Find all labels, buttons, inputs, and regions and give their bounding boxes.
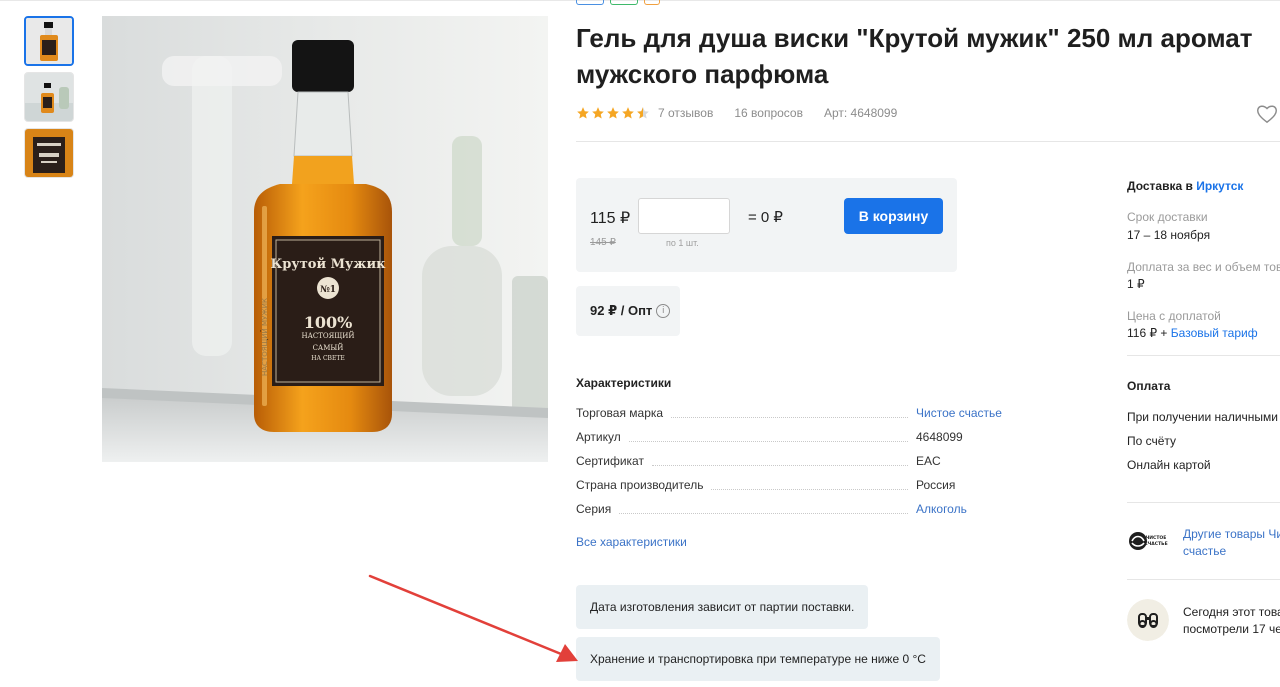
characteristic-key: Страна производитель: [576, 478, 708, 492]
other-brand-products-line1: Другие товары Чи: [1183, 527, 1280, 541]
characteristic-key: Серия: [576, 502, 616, 516]
badge-green: [610, 0, 638, 5]
binoculars-icon: [1127, 599, 1169, 641]
characteristic-value[interactable]: Алкоголь: [916, 502, 967, 516]
star-icon: [577, 107, 589, 119]
wholesale-price-text: 92 ₽ / Опт: [590, 303, 653, 318]
badge-blue: [576, 0, 604, 5]
brand-divider: [1127, 579, 1280, 580]
characteristic-value: EAC: [916, 454, 941, 468]
characteristic-leader: [671, 417, 908, 418]
characteristic-row: Артикул 4648099: [576, 430, 1096, 446]
manufacture-note-text: Дата изготовления зависит от партии пост…: [590, 600, 855, 614]
brand-logo-icon[interactable]: ЧИСТОЕ СЧАСТЬЕ: [1126, 520, 1168, 562]
thumbnail-3[interactable]: [24, 128, 74, 178]
info-icon[interactable]: i: [656, 304, 671, 318]
svg-text:СЧАСТЬЕ: СЧАСТЬЕ: [1144, 541, 1167, 547]
wholesale-price: 92 ₽ / Опт i: [576, 286, 680, 336]
characteristic-key: Торговая марка: [576, 406, 668, 420]
questions-link[interactable]: 16 вопросов: [734, 106, 803, 120]
svg-text:ЧИСТОЕ: ЧИСТОЕ: [1146, 535, 1167, 541]
payment-method-3: Онлайн картой: [1127, 458, 1211, 472]
thumbnail-2[interactable]: [24, 72, 74, 122]
reviews-link[interactable]: 7 отзывов: [658, 106, 713, 120]
delivery-city-link[interactable]: Иркутск: [1196, 179, 1243, 193]
label-na-svete-text: НА СВЕТЕ: [311, 355, 344, 362]
all-characteristics-link[interactable]: Все характеристики: [576, 535, 687, 549]
payment-method-2: По счёту: [1127, 434, 1177, 448]
characteristic-leader: [619, 513, 908, 514]
label-percent-text: 100%: [304, 313, 353, 332]
characteristic-row: Серия Алкоголь: [576, 502, 1096, 518]
product-photo: Крутой Мужик №1 100% НАСТОЯЩИЙ САМЫЙ НА …: [102, 16, 548, 462]
delivery-title: Доставка в Иркутск: [1127, 179, 1243, 193]
per-unit-label: по 1 шт.: [666, 238, 699, 248]
arrow-annotation: [368, 574, 578, 662]
tariff-link[interactable]: Базовый тариф: [1171, 326, 1258, 340]
characteristics-title: Характеристики: [576, 376, 672, 390]
views-line2: посмотрели 17 чел: [1183, 622, 1280, 636]
badge-orange: [644, 0, 660, 5]
quantity-input[interactable]: [638, 198, 730, 234]
product-main-image[interactable]: Крутой Мужик №1 100% НАСТОЯЩИЙ САМЫЙ НА …: [102, 16, 548, 462]
label-sub-text: НАСТОЯЩИЙ: [301, 331, 354, 340]
price-old: 145 ₽: [590, 237, 616, 248]
rating-row: 7 отзывов 16 вопросов Арт: 4648099: [576, 106, 918, 120]
payment-title: Оплата: [1127, 379, 1171, 393]
characteristic-value: 4648099: [916, 430, 963, 444]
star-icon: [592, 107, 604, 119]
label-number-text: №1: [320, 285, 336, 295]
manufacture-note: Дата изготовления зависит от партии пост…: [576, 585, 869, 629]
add-to-cart-button[interactable]: В корзину: [844, 198, 943, 234]
other-brand-products-link[interactable]: Другие товары Чи счастье: [1183, 526, 1280, 560]
characteristic-leader: [652, 465, 908, 466]
label-brand-text: Крутой Мужик: [270, 257, 386, 272]
storage-note: Хранение и транспортировка при температу…: [576, 637, 940, 681]
payment-divider: [1127, 502, 1280, 503]
sum-total: = 0 ₽: [748, 209, 783, 226]
title-divider: [576, 141, 1280, 142]
label-samy-text: САМЫЙ: [313, 343, 344, 352]
bottle-thumb-icon: [26, 18, 72, 64]
characteristic-leader: [711, 489, 908, 490]
price-box: 115 ₽ 145 ₽ по 1 шт. = 0 ₽ В корзину: [576, 178, 957, 272]
price-with-surcharge-value: 116 ₽ + Базовый тариф: [1127, 326, 1258, 340]
characteristic-row: Сертификат EAC: [576, 454, 1096, 470]
characteristic-value: Россия: [916, 478, 956, 492]
thumbnail-1[interactable]: [24, 16, 74, 66]
characteristic-key: Сертификат: [576, 454, 648, 468]
other-brand-products-line2: счастье: [1183, 544, 1227, 558]
delivery-term-label: Срок доставки: [1127, 210, 1208, 224]
payment-method-1: При получении наличными: [1127, 410, 1279, 424]
views-counter: Сегодня этот това посмотрели 17 чел: [1183, 604, 1280, 638]
product-title: Гель для душа виски "Крутой мужик" 250 м…: [576, 23, 1253, 89]
star-icon: [622, 107, 634, 119]
delivery-divider: [1127, 355, 1280, 356]
star-icon: [607, 107, 619, 119]
characteristic-row: Страна производитель Россия: [576, 478, 1096, 494]
surcharge-value: 1 ₽: [1127, 277, 1145, 291]
price-with-surcharge-text: 116 ₽ +: [1127, 326, 1168, 340]
article-number: Арт: 4648099: [823, 106, 898, 120]
label-closeup-thumb-icon: [25, 129, 73, 177]
characteristic-row: Торговая марка Чистое счастье: [576, 406, 1096, 422]
delivery-term-value: 17 – 18 ноября: [1127, 228, 1211, 242]
thumbnail-list: [24, 16, 74, 178]
characteristic-key: Артикул: [576, 430, 625, 444]
top-badges: [576, 0, 660, 5]
rating-stars[interactable]: [576, 106, 650, 120]
star-half-icon: [637, 107, 649, 119]
heart-icon[interactable]: [1256, 104, 1278, 124]
views-line1: Сегодня этот това: [1183, 605, 1280, 619]
surcharge-label: Доплата за вес и объем това: [1127, 260, 1280, 274]
bottle-scene-thumb-icon: [25, 73, 73, 121]
characteristic-leader: [629, 441, 908, 442]
price-with-surcharge-label: Цена с доплатой: [1127, 309, 1221, 323]
storage-note-text: Хранение и транспортировка при температу…: [590, 652, 926, 666]
delivery-title-text: Доставка в: [1127, 179, 1193, 193]
price-current: 115 ₽: [590, 210, 631, 227]
characteristic-value[interactable]: Чистое счастье: [916, 406, 1002, 420]
